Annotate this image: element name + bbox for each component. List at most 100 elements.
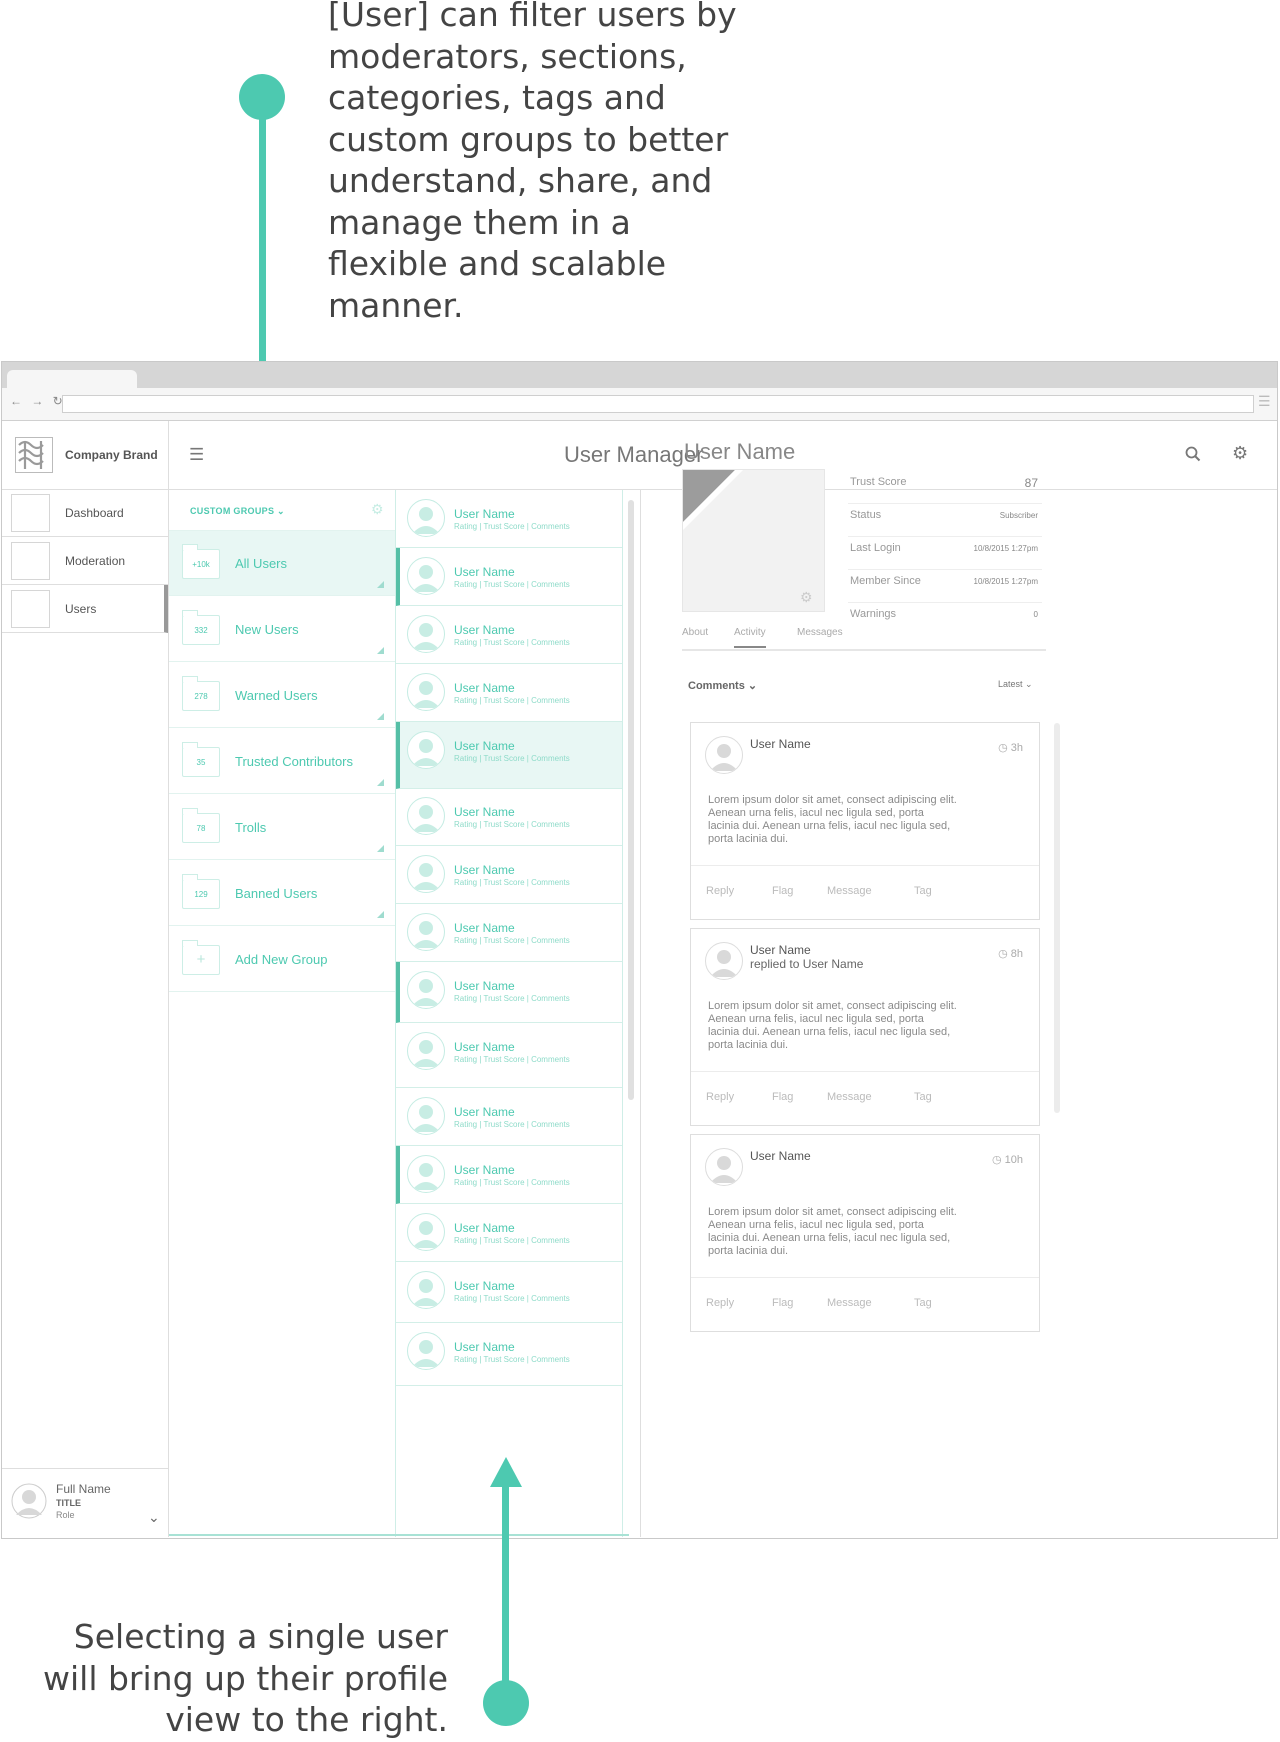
user-meta: Rating | Trust Score | Comments [454,820,570,829]
user-row[interactable]: User Name Rating | Trust Score | Comments [396,904,622,962]
user-row[interactable]: User Name Rating | Trust Score | Comments [396,1023,622,1088]
message-button[interactable]: Message [827,885,872,897]
commenter-avatar-icon [705,1148,743,1186]
browser-tab-bar [2,362,1277,388]
sidebar-item-dashboard[interactable]: Dashboard [2,489,168,537]
users-icon [11,590,50,628]
user-name: User Name [454,1040,515,1054]
user-name: User Name [454,805,515,819]
groups-panel: CUSTOM GROUPS ⌄ ⚙ +10k All Users 332 New… [169,490,396,1537]
groups-heading[interactable]: CUSTOM GROUPS ⌄ [190,506,285,517]
sidebar-item-moderation[interactable]: Moderation [2,537,168,585]
resize-corner-icon [377,713,384,720]
comments-scrollbar[interactable] [1054,723,1060,1113]
add-folder-icon: + [182,940,220,975]
groups-header[interactable]: CUSTOM GROUPS ⌄ ⚙ [169,490,395,531]
user-row[interactable]: User Name Rating | Trust Score | Comments [396,1088,622,1146]
reply-button[interactable]: Reply [706,885,734,897]
user-name: User Name [454,739,515,753]
user-avatar-icon [407,913,445,951]
hamburger-icon[interactable]: ☰ [189,445,204,465]
user-avatar-icon [407,1332,445,1370]
comment-time: ◷ 3h [998,742,1023,754]
resize-corner-icon [377,779,384,786]
tab-about[interactable]: About [682,627,708,638]
tag-button[interactable]: Tag [914,885,932,897]
group-trolls[interactable]: 78 Trolls [169,795,395,860]
message-button[interactable]: Message [827,1297,872,1309]
address-bar[interactable] [62,395,1254,413]
current-user[interactable]: Full Name TITLE Role ⌄ [2,1468,168,1538]
groups-settings-icon[interactable]: ⚙ [371,501,384,518]
profile-name: User Name [684,439,796,464]
user-row[interactable]: User Name Rating | Trust Score | Comments [396,846,622,904]
group-trusted-contributors[interactable]: 35 Trusted Contributors [169,729,395,794]
browser-menu-icon[interactable]: ☰ [1258,393,1271,410]
user-list: User Name Rating | Trust Score | Comments… [396,490,623,1537]
message-button[interactable]: Message [827,1091,872,1103]
sidebar-item-users[interactable]: Users [2,585,168,633]
annotation-arrowhead-bottom [490,1457,522,1487]
resize-corner-icon [377,581,384,588]
user-row[interactable]: User Name Rating | Trust Score | Comments [396,664,622,722]
browser-tab[interactable] [7,370,137,388]
comment-card: User Name ◷ 10h Lorem ipsum dolor sit amet… [690,1134,1040,1332]
comment-time: ◷ 10h [991,1154,1023,1166]
tab-activity[interactable]: Activity [734,627,766,648]
user-row[interactable]: User Name Rating | Trust Score | Comments [396,1146,622,1204]
user-avatar-icon [407,971,445,1009]
commenter-name[interactable]: User Name [750,1149,811,1163]
sort-dropdown[interactable]: Latest ⌄ [998,679,1033,690]
tab-messages[interactable]: Messages [797,627,843,638]
comment-time: ◷ 8h [998,948,1023,960]
group-name: Banned Users [235,886,318,901]
user-row[interactable]: User Name Rating | Trust Score | Comments [396,722,622,789]
annotation-arrow-bottom [502,1484,509,1702]
user-row[interactable]: User Name Rating | Trust Score | Comments [396,1323,622,1386]
user-row[interactable]: User Name Rating | Trust Score | Comments [396,606,622,664]
commenter-avatar-icon [705,736,743,774]
commenter-name[interactable]: User Name [750,737,811,751]
user-avatar-icon [407,1097,445,1135]
browser-toolbar: ← → ↻ ☰ [2,388,1277,421]
commenter-name[interactable]: User Name [750,943,811,957]
flag-button[interactable]: Flag [772,885,793,897]
tag-button[interactable]: Tag [914,1297,932,1309]
flag-button[interactable]: Flag [772,1091,793,1103]
list-bottom-border [169,1534,629,1536]
group-banned-users[interactable]: 129 Banned Users [169,861,395,926]
stat-trust-score: Trust Score 87 [848,470,1042,504]
reply-button[interactable]: Reply [706,1091,734,1103]
user-row[interactable]: User Name Rating | Trust Score | Comments [396,1262,622,1323]
browser-nav-icons[interactable]: ← → ↻ [10,394,66,408]
user-row[interactable]: User Name Rating | Trust Score | Comments [396,962,622,1023]
user-row[interactable]: User Name Rating | Trust Score | Comments [396,548,622,606]
user-meta: Rating | Trust Score | Comments [454,1294,570,1303]
tag-button[interactable]: Tag [914,1091,932,1103]
browser-window: ← → ↻ ☰ Company Brand Dashboard Moderati… [1,361,1278,1539]
folder-icon: 78 [182,808,220,843]
gear-icon[interactable]: ⚙ [1232,443,1248,464]
user-list-scrollbar[interactable] [628,500,634,1100]
user-row[interactable]: User Name Rating | Trust Score | Comments [396,1204,622,1262]
stat-member-since: Member Since 10/8/2015 1:27pm [848,569,1042,603]
photo-settings-icon[interactable]: ⚙ [800,589,813,606]
user-name: User Name [454,979,515,993]
user-row[interactable]: User Name Rating | Trust Score | Comments [396,788,622,846]
search-icon[interactable] [1185,446,1201,462]
user-name: User Name [454,1163,515,1177]
group-warned-users[interactable]: 278 Warned Users [169,663,395,728]
reply-button[interactable]: Reply [706,1297,734,1309]
annotation-bottom: Selecting a single user will bring up th… [43,1617,448,1739]
add-group-button[interactable]: + Add New Group [169,927,395,992]
group-all-users[interactable]: +10k All Users [169,531,395,596]
user-avatar-icon [407,1032,445,1070]
chevron-down-icon[interactable]: ⌄ [148,1509,160,1526]
comments-filter[interactable]: Comments ⌄ [688,679,757,692]
folder-icon: 332 [182,610,220,645]
flag-button[interactable]: Flag [772,1297,793,1309]
comment-body: Lorem ipsum dolor sit amet, consect adip… [708,1000,957,1051]
user-row[interactable]: User Name Rating | Trust Score | Comments [396,490,622,548]
user-name: User Name [454,1221,515,1235]
group-new-users[interactable]: 332 New Users [169,597,395,662]
